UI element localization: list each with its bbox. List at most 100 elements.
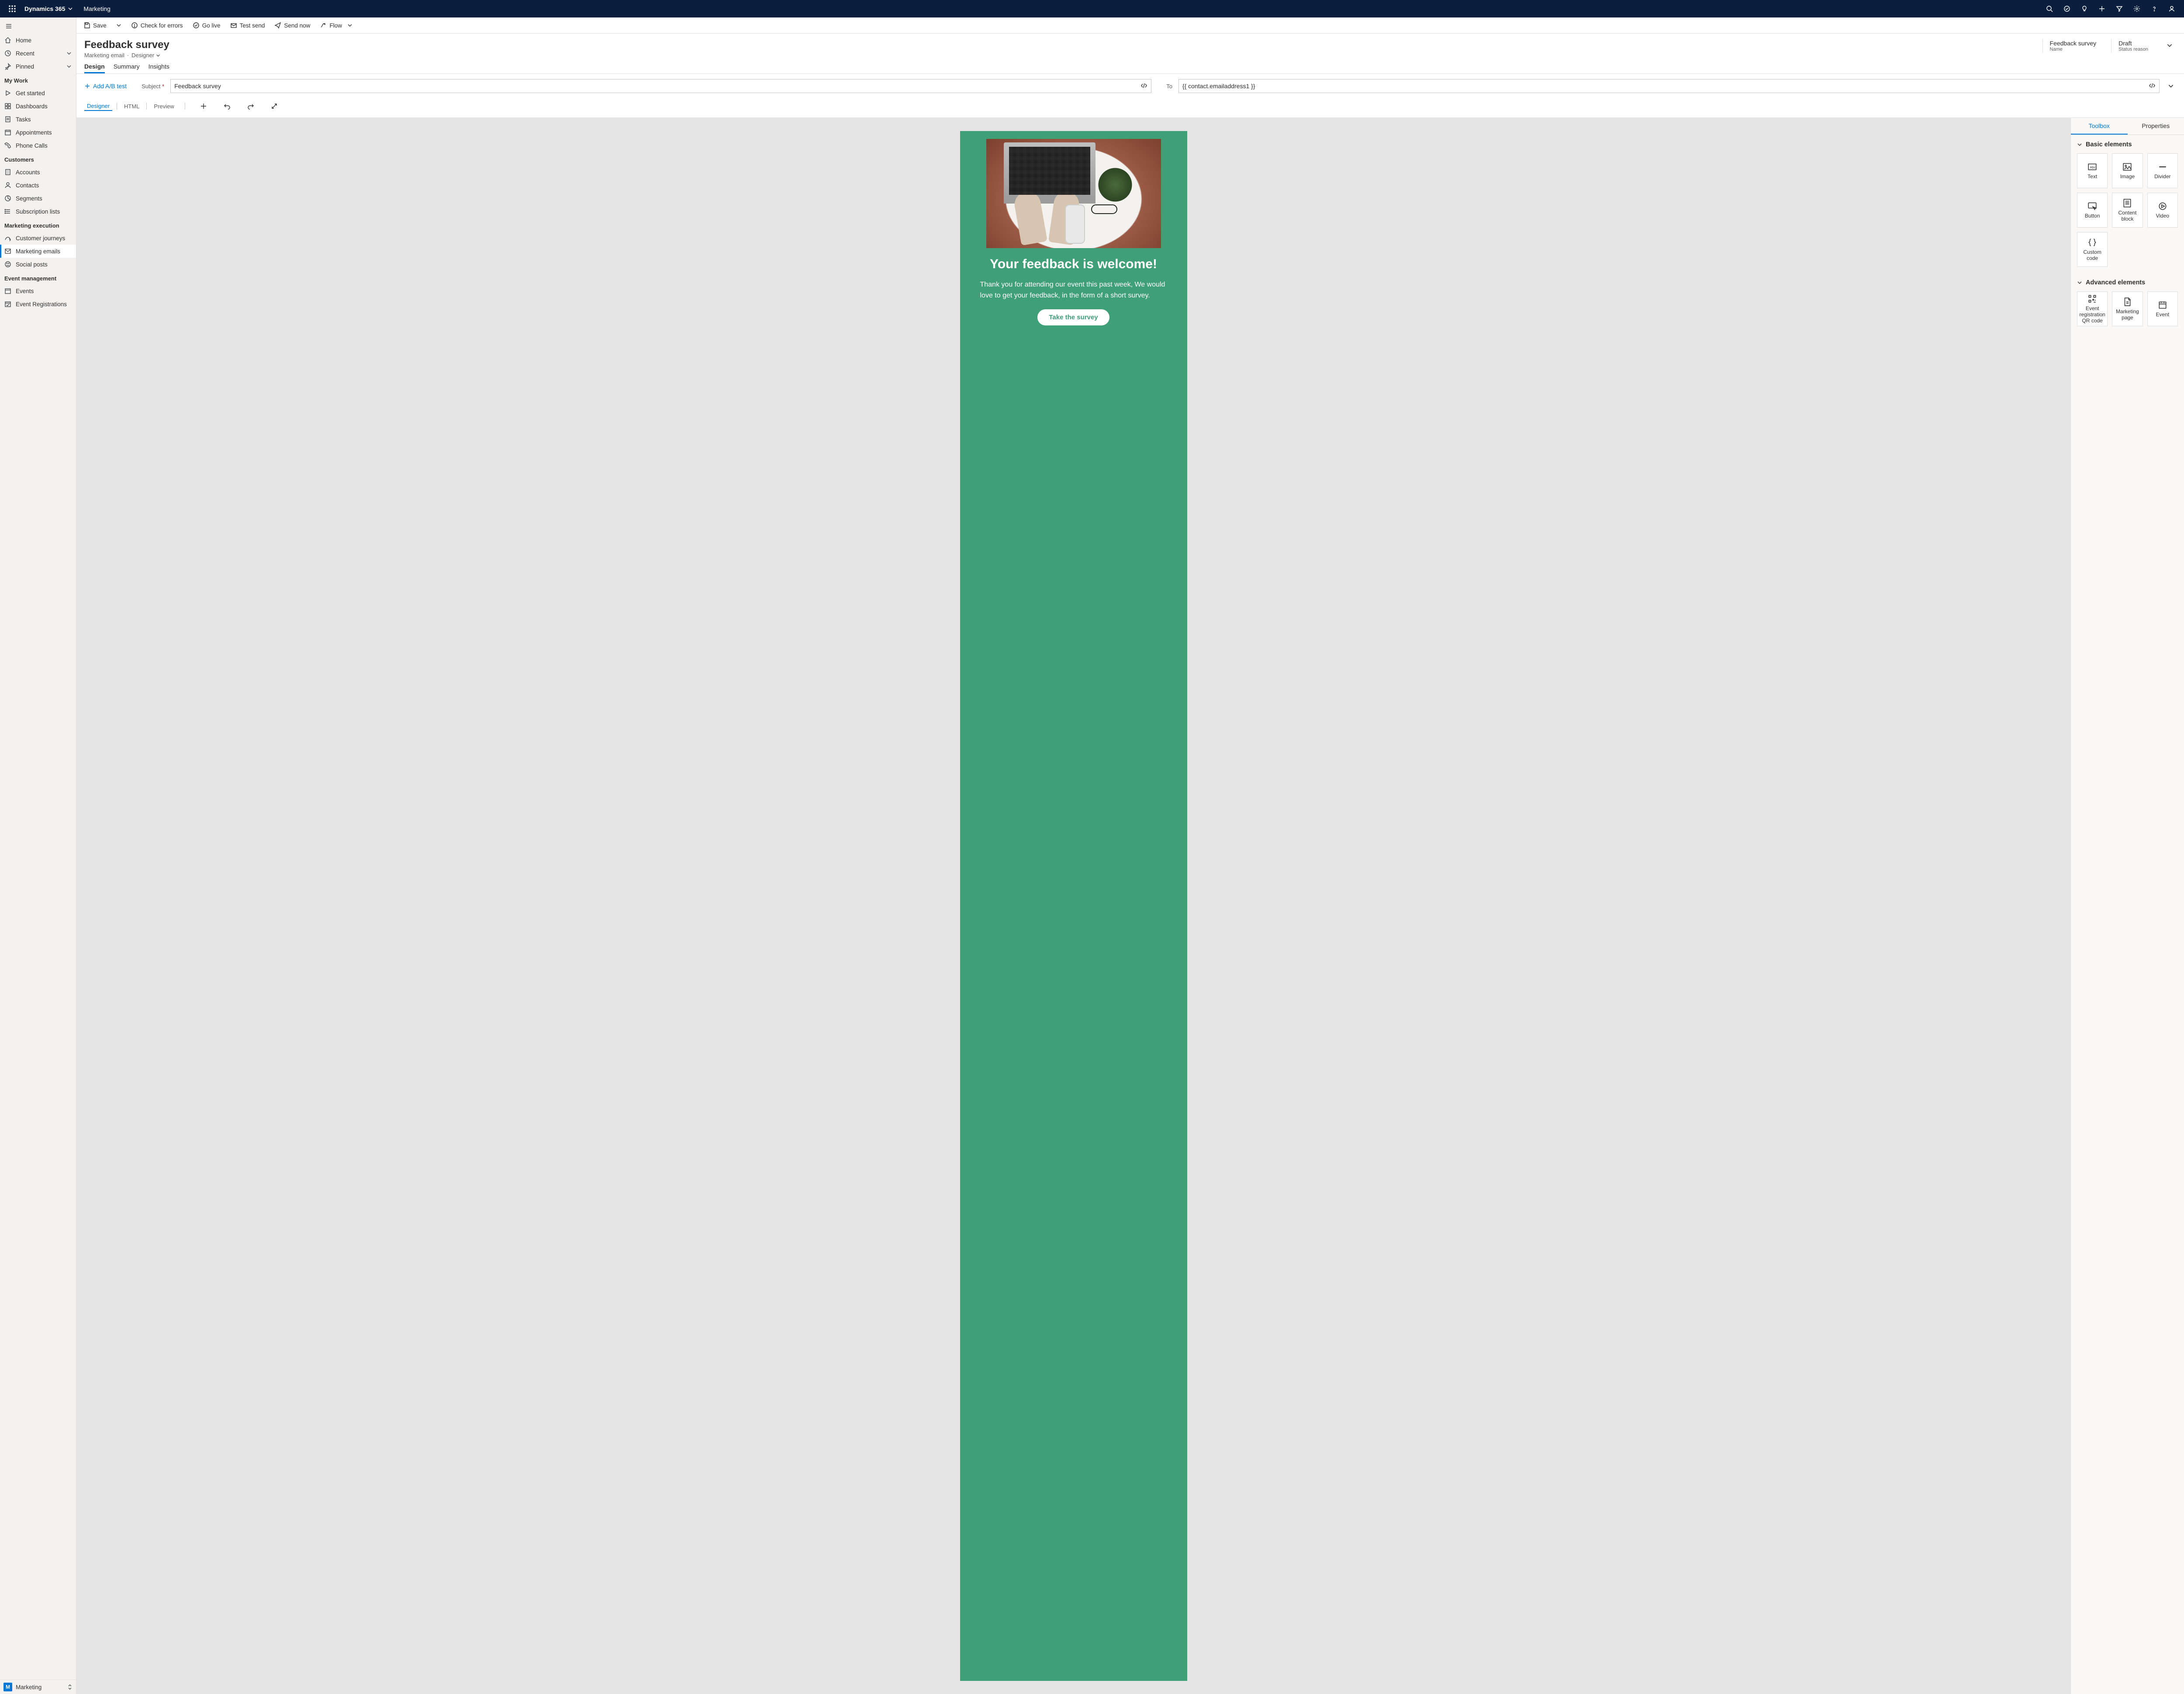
tile-button[interactable]: Button [2077,193,2108,228]
toolbox-tab-toolbox[interactable]: Toolbox [2071,118,2128,135]
record-title: Feedback survey [84,39,169,51]
chevron-down-icon [68,6,73,11]
sidebar-toggle[interactable] [0,17,76,34]
nav-label: Customer journeys [16,235,72,242]
nav-accounts[interactable]: Accounts [0,166,76,179]
cmd-save[interactable]: Save [82,20,108,31]
toolbox-panel: Toolbox Properties Basic elements AbcTex… [2070,118,2184,1694]
fields-expand[interactable] [2166,83,2176,89]
nav-home[interactable]: Home [0,34,76,47]
nav-get-started[interactable]: Get started [0,86,76,100]
brand-switcher[interactable]: Dynamics 365 [21,5,76,12]
app-launcher-icon[interactable] [3,0,21,17]
qr-icon [2087,294,2097,304]
mail-icon [4,248,11,255]
tile-qr-code[interactable]: Event registration QR code [2077,291,2108,326]
tile-event[interactable]: Event [2147,291,2178,326]
task-flow-icon[interactable] [2058,0,2076,17]
header-field-label: Status reason [2118,47,2148,52]
nav-pinned[interactable]: Pinned [0,60,76,73]
tile-marketing-page[interactable]: Marketing page [2112,291,2143,326]
plus-icon [200,103,207,110]
tile-divider[interactable]: Divider [2147,153,2178,188]
tile-video[interactable]: Video [2147,193,2178,228]
nav-recent[interactable]: Recent [0,47,76,60]
nav-event-registrations[interactable]: Event Registrations [0,297,76,311]
header-expand[interactable] [2163,39,2176,52]
pin-icon [4,63,11,70]
cmd-flow[interactable]: Flow [318,20,354,31]
person-icon [4,182,11,189]
email-canvas[interactable]: Your feedback is welcome! Thank you for … [960,131,1187,1681]
editor-undo-button[interactable] [220,99,234,113]
nav-customer-journeys[interactable]: Customer journeys [0,232,76,245]
nav-tasks[interactable]: Tasks [0,113,76,126]
editor-fullscreen-button[interactable] [267,99,281,113]
help-icon[interactable] [2146,0,2163,17]
tile-custom-code[interactable]: Custom code [2077,232,2108,267]
nav-label: Dashboards [16,103,72,110]
header-field-value: Feedback survey [2050,40,2097,47]
assistant-icon[interactable] [2076,0,2093,17]
building-icon [4,169,11,176]
designer-workspace: Your feedback is welcome! Thank you for … [76,118,2184,1694]
editor-tab-html[interactable]: HTML [121,102,142,111]
nav-phone-calls[interactable]: Phone Calls [0,139,76,152]
tile-label: Marketing page [2114,308,2140,321]
calendar-icon [4,287,11,294]
editor-redo-button[interactable] [244,99,258,113]
nav-segments[interactable]: Segments [0,192,76,205]
cmd-go-live[interactable]: Go live [191,20,222,31]
code-icon[interactable] [1140,82,1147,90]
add-icon[interactable] [2093,0,2111,17]
flow-icon [320,22,327,29]
nav-section-event-mgmt: Event management [0,271,76,284]
email-hero-image[interactable] [986,139,1161,248]
editor-tab-designer[interactable]: Designer [84,102,112,111]
toolbox-group-advanced[interactable]: Advanced elements [2071,273,2184,290]
code-icon[interactable] [2149,82,2156,90]
nav-events[interactable]: Events [0,284,76,297]
email-cta-button[interactable]: Take the survey [1037,309,1109,325]
editor-tab-preview[interactable]: Preview [151,102,176,111]
account-icon[interactable] [2163,0,2181,17]
tile-text[interactable]: AbcText [2077,153,2108,188]
header-field-status[interactable]: Draft Status reason [2111,39,2155,53]
search-icon[interactable] [2041,0,2058,17]
tile-label: Custom code [2079,249,2105,261]
settings-gear-icon[interactable] [2128,0,2146,17]
area-badge: M [3,1683,12,1691]
cmd-check-errors[interactable]: Check for errors [129,20,185,31]
tab-insights[interactable]: Insights [149,63,169,73]
editor-add-button[interactable] [197,99,211,113]
toolbox-tab-properties[interactable]: Properties [2128,118,2184,135]
toolbox-group-basic[interactable]: Basic elements [2071,135,2184,152]
nav-contacts[interactable]: Contacts [0,179,76,192]
header-field-name[interactable]: Feedback survey Name [2042,39,2104,53]
form-selector[interactable]: Designer [131,52,160,59]
nav-marketing-emails[interactable]: Marketing emails [0,245,76,258]
cmd-test-send[interactable]: Test send [228,20,267,31]
cmd-save-dropdown[interactable] [114,21,123,30]
area-switcher[interactable]: M Marketing [0,1680,76,1694]
nav-section-customers: Customers [0,152,76,166]
to-input[interactable]: {{ contact.emailaddress1 }} [1178,79,2160,93]
tile-content-block[interactable]: Content block [2112,193,2143,228]
email-body-text[interactable]: Thank you for attending our event this p… [980,280,1167,301]
add-ab-test-button[interactable]: Add A/B test [84,83,127,90]
tile-image[interactable]: Image [2112,153,2143,188]
tab-design[interactable]: Design [84,63,105,73]
nav-appointments[interactable]: Appointments [0,126,76,139]
cmd-send-now[interactable]: Send now [273,20,312,31]
subject-input[interactable]: Feedback survey [170,79,1151,93]
nav-social-posts[interactable]: Social posts [0,258,76,271]
toolbox-grid-basic: AbcText Image Divider Button Content blo… [2071,152,2184,273]
filter-icon[interactable] [2111,0,2128,17]
canvas-area[interactable]: Your feedback is welcome! Thank you for … [76,118,2070,1694]
plus-icon [84,83,90,89]
tile-label: Image [2120,173,2135,180]
nav-subscription-lists[interactable]: Subscription lists [0,205,76,218]
email-heading[interactable]: Your feedback is welcome! [973,257,1174,272]
nav-dashboards[interactable]: Dashboards [0,100,76,113]
tab-summary[interactable]: Summary [114,63,140,73]
